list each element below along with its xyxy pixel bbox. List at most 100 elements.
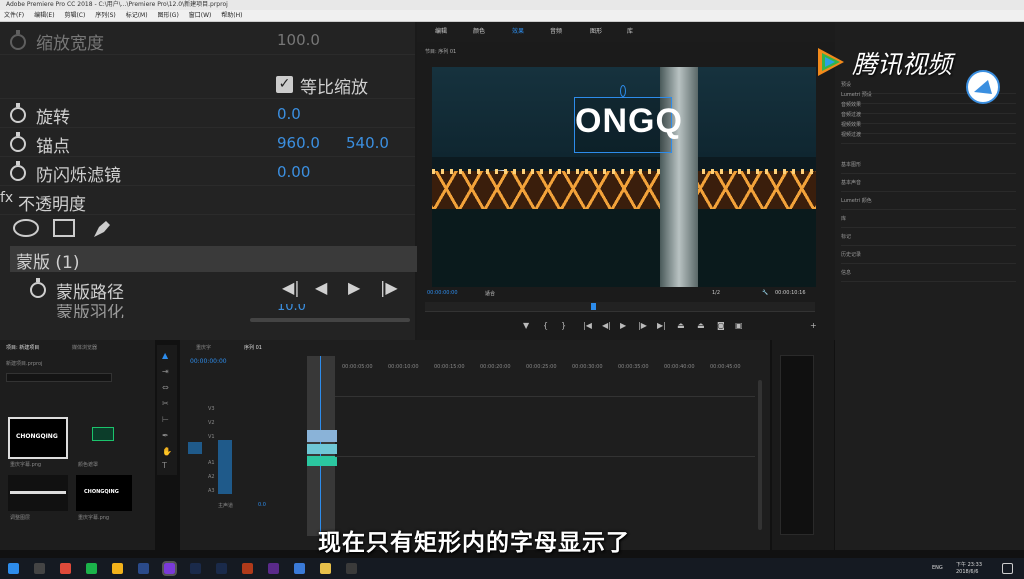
project-tab[interactable]: 项目: 新建项目 [6, 344, 39, 351]
stopwatch-icon[interactable] [10, 132, 26, 152]
taskbar-app-icon[interactable] [216, 563, 227, 574]
menu-marker[interactable]: 标记(M) [126, 12, 148, 19]
workspace-library[interactable]: 库 [627, 22, 633, 42]
folder-icon[interactable] [320, 563, 331, 574]
go-to-in-icon[interactable]: |◀ [583, 321, 592, 330]
step-forward-icon[interactable]: |▶ [638, 321, 647, 330]
wechat-icon[interactable] [86, 563, 97, 574]
slip-tool-icon[interactable]: ⊢ [162, 415, 169, 424]
project-search-input[interactable] [6, 373, 112, 382]
workspace-color[interactable]: 颜色 [473, 22, 485, 42]
essential-graphics-tab[interactable]: 基本图形 [841, 156, 1016, 174]
menu-edit[interactable]: 编辑(E) [34, 12, 54, 19]
timeline-timecode[interactable]: 00:00:00:00 [190, 358, 227, 365]
playhead[interactable] [591, 303, 596, 310]
pen-tool-icon[interactable]: ✒ [162, 431, 169, 440]
fx-icon[interactable]: fx [0, 190, 13, 206]
mask-handle[interactable] [620, 85, 626, 97]
uniform-scale-checkbox[interactable]: ✓ [276, 76, 293, 93]
notification-icon[interactable] [1002, 563, 1013, 574]
workspace-effects[interactable]: 效果 [512, 22, 524, 42]
selection-tool-icon[interactable]: ▲ [162, 351, 168, 360]
program-current-timecode[interactable]: 00:00:00:00 [427, 290, 458, 296]
add-button-icon[interactable]: + [810, 321, 817, 330]
clip-v2[interactable] [307, 444, 337, 454]
type-tool-icon[interactable]: T [162, 461, 167, 470]
ripple-edit-tool-icon[interactable]: ⇔ [162, 383, 169, 392]
mask-row[interactable]: 蒙版 (1) [10, 246, 417, 273]
menu-window[interactable]: 窗口(W) [189, 12, 212, 19]
timeline-tab[interactable]: 重庆字 [196, 344, 211, 351]
rotation-value[interactable]: 0.0 [277, 105, 301, 123]
taskbar-app-icon[interactable] [60, 563, 71, 574]
thumbnail-title[interactable]: CHONGQING [8, 417, 68, 459]
horizontal-scrollbar[interactable] [250, 318, 410, 322]
source-patch-v1[interactable] [188, 442, 202, 454]
timeline-scrollbar[interactable] [758, 380, 762, 530]
workspace-graphics[interactable]: 图形 [590, 22, 602, 42]
track-select-tool-icon[interactable]: ⇥ [162, 367, 169, 376]
track-prev-frame-icon[interactable]: ◀ [315, 278, 327, 297]
hand-tool-icon[interactable]: ✋ [162, 447, 172, 456]
scale-width-value[interactable]: 100.0 [277, 31, 320, 49]
marker-icon[interactable]: ▼ [523, 321, 529, 330]
video-transitions-folder[interactable]: 视频过渡 [841, 126, 1016, 144]
track-next-frame-icon[interactable]: ▶ [348, 278, 360, 297]
pen-mask-icon[interactable] [90, 216, 114, 240]
photoshop-icon[interactable] [190, 563, 201, 574]
start-icon[interactable] [8, 563, 19, 574]
taskbar-app-icon[interactable] [138, 563, 149, 574]
menu-graphics[interactable]: 图形(G) [157, 12, 178, 19]
in-point-icon[interactable]: { [543, 321, 548, 330]
quality-dropdown[interactable]: 1/2 [712, 290, 720, 296]
taskbar-app-icon[interactable] [34, 563, 45, 574]
fit-dropdown[interactable]: 适合 [485, 290, 495, 297]
settings-icon[interactable]: 🔧 [762, 290, 768, 296]
markers-tab[interactable]: 标记 [841, 228, 1016, 246]
master-volume[interactable]: 0.0 [258, 502, 266, 508]
info-tab[interactable]: 信息 [841, 264, 1016, 282]
timeline-tab-active[interactable]: 序列 01 [244, 344, 262, 351]
anchor-x-value[interactable]: 960.0 [277, 134, 320, 152]
workspace-audio[interactable]: 音频 [550, 22, 562, 42]
media-browser-tab[interactable]: 媒体浏览器 [72, 344, 97, 351]
step-back-icon[interactable]: ◀| [602, 321, 611, 330]
clock-time[interactable]: 下午 23:33 [956, 561, 982, 568]
menu-help[interactable]: 帮助(H) [221, 12, 242, 19]
menu-clip[interactable]: 剪辑(C) [64, 12, 85, 19]
premiere-icon[interactable] [162, 561, 177, 576]
export-frame-icon[interactable]: ◙ [717, 321, 725, 330]
clip-v3[interactable] [307, 430, 337, 442]
libraries-tab[interactable]: 库 [841, 210, 1016, 228]
ellipse-mask-icon[interactable] [12, 218, 40, 238]
taskbar-app-icon[interactable] [112, 563, 123, 574]
lumetri-color-tab[interactable]: Lumetri 颜色 [841, 192, 1016, 210]
video-preview[interactable]: ONGQ [432, 67, 816, 287]
go-to-out-icon[interactable]: ▶| [657, 321, 666, 330]
thumbnail-title-2[interactable]: CHONGQING [76, 475, 132, 511]
stopwatch-icon[interactable] [10, 103, 26, 123]
rectangle-mask-icon[interactable] [52, 218, 76, 238]
workspace-edit[interactable]: 编辑 [435, 22, 447, 42]
play-icon[interactable]: ▶ [620, 321, 626, 330]
track-forward-icon[interactable]: |▶ [380, 278, 398, 297]
lift-icon[interactable]: ⏏ [677, 321, 685, 330]
thumbnail-adjustment[interactable] [8, 475, 68, 511]
menu-file[interactable]: 文件(F) [4, 12, 24, 19]
menu-sequence[interactable]: 序列(S) [95, 12, 116, 19]
taskbar-app-icon[interactable] [268, 563, 279, 574]
program-scrub-bar[interactable] [425, 302, 815, 312]
anti-flicker-value[interactable]: 0.00 [277, 163, 310, 181]
mask-feather-value[interactable]: 10.0 [277, 304, 306, 314]
extract-icon[interactable]: ⏏ [697, 321, 705, 330]
track-backward-icon[interactable]: ◀| [282, 278, 300, 297]
clip-v1[interactable] [307, 456, 337, 466]
anchor-y-value[interactable]: 540.0 [346, 134, 389, 152]
taskbar-app-icon[interactable] [242, 563, 253, 574]
rectangle-mask-outline[interactable]: ONGQ [574, 97, 682, 153]
compare-icon[interactable]: ▣ [735, 321, 743, 330]
track-target-column[interactable] [218, 440, 232, 494]
out-point-icon[interactable]: } [561, 321, 566, 330]
program-monitor-title[interactable]: 节目: 序列 01 [425, 48, 456, 55]
taskbar-app-icon[interactable] [294, 563, 305, 574]
